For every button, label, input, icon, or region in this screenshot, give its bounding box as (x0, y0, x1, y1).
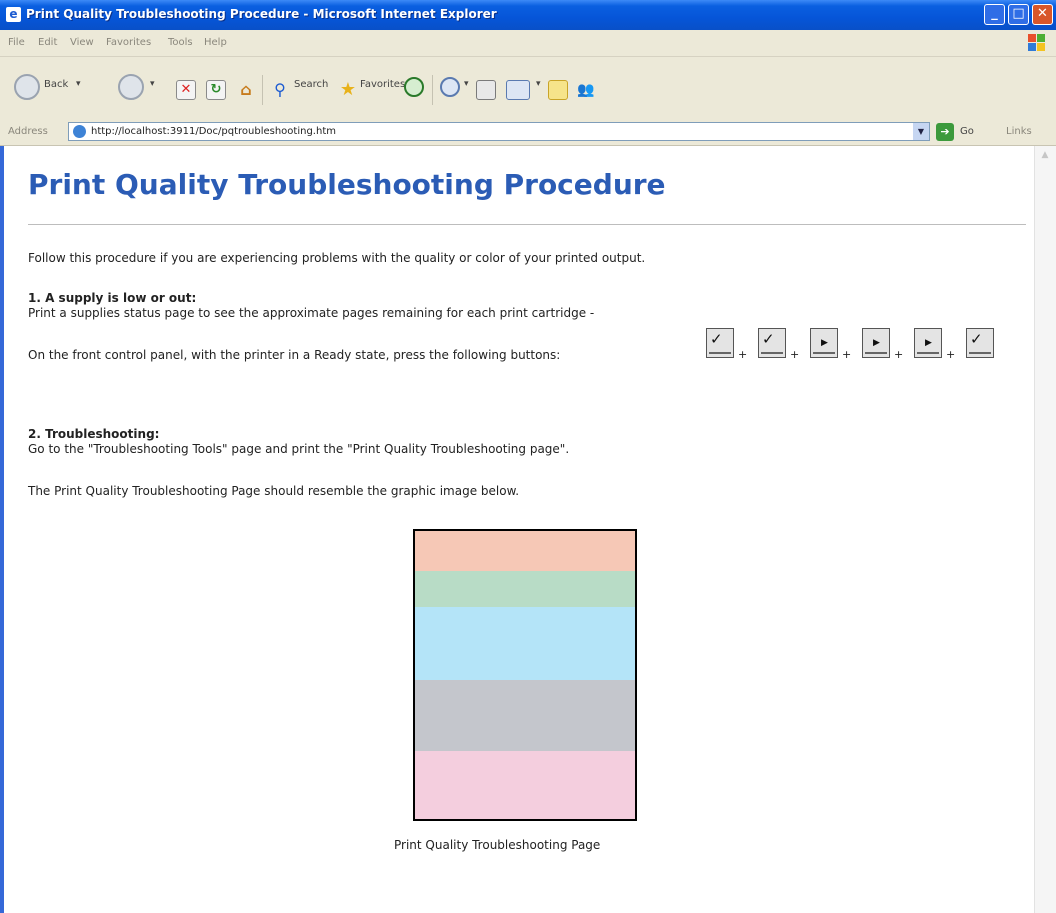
page-content: Print Quality Troubleshooting Procedure … (28, 146, 1028, 913)
refresh-icon[interactable]: ↻ (206, 80, 226, 100)
address-bar: Address http://localhost:3911/Doc/pqtrou… (0, 119, 1056, 146)
print-icon[interactable] (476, 80, 496, 100)
back-dropdown-icon[interactable]: ▾ (76, 79, 81, 89)
play-button-icon: ▶ (810, 328, 838, 358)
search-icon[interactable]: ⚲ (270, 80, 290, 100)
sample-color-band (415, 751, 635, 819)
go-button[interactable]: Go (960, 126, 974, 137)
section1-line1: Print a supplies status page to see the … (28, 306, 595, 320)
back-label[interactable]: Back (44, 79, 68, 90)
toolbar-separator (432, 75, 433, 105)
mail-icon[interactable] (440, 77, 460, 97)
sample-color-band (415, 607, 635, 680)
edit-icon[interactable] (506, 80, 530, 100)
back-icon[interactable] (14, 74, 40, 100)
menu-tools[interactable]: Tools (168, 37, 193, 48)
plus-sign: + (842, 348, 852, 361)
maximize-button[interactable]: □ (1008, 4, 1029, 25)
play-button-icon: ▶ (862, 328, 890, 358)
search-label[interactable]: Search (294, 79, 328, 90)
check-button-icon: ✓ (758, 328, 786, 358)
history-icon[interactable] (404, 77, 424, 97)
section1-heading: 1. A supply is low or out: (28, 291, 197, 305)
menu-view[interactable]: View (70, 37, 94, 48)
ie-app-icon: e (6, 7, 21, 22)
print-quality-sample-image (413, 529, 637, 821)
title-divider (28, 224, 1026, 225)
check-button-icon: ✓ (706, 328, 734, 358)
sample-color-band (415, 571, 635, 607)
plus-sign: + (738, 348, 748, 361)
go-arrow-icon[interactable]: ➔ (936, 123, 954, 141)
toolbar-separator (262, 75, 263, 105)
forward-dropdown-icon[interactable]: ▾ (150, 79, 155, 89)
address-label: Address (8, 126, 48, 137)
window-left-border (0, 146, 4, 913)
plus-sign: + (946, 348, 956, 361)
close-button[interactable]: ✕ (1032, 4, 1053, 25)
mail-dropdown-icon[interactable]: ▾ (464, 79, 469, 89)
favorites-icon[interactable]: ★ (338, 80, 358, 100)
window-title: Print Quality Troubleshooting Procedure … (26, 7, 497, 21)
intro-text: Follow this procedure if you are experie… (28, 251, 646, 265)
minimize-button[interactable]: _ (984, 4, 1005, 25)
menu-favorites[interactable]: Favorites (106, 37, 151, 48)
messenger-icon[interactable]: 👥 (576, 80, 596, 100)
favorites-label[interactable]: Favorites (360, 79, 405, 90)
page-title: Print Quality Troubleshooting Procedure (28, 168, 666, 201)
sample-caption: Print Quality Troubleshooting Page (394, 838, 601, 852)
sample-color-band (415, 531, 635, 571)
menu-bar: File Edit View Favorites Tools Help (0, 30, 1056, 57)
scroll-up-icon[interactable]: ▲ (1038, 150, 1052, 164)
windows-flag-icon (1028, 34, 1046, 52)
plus-sign: + (894, 348, 904, 361)
address-dropdown-icon[interactable]: ▼ (913, 123, 929, 140)
play-button-icon: ▶ (914, 328, 942, 358)
toolbar: Back ▾ ▾ ✕ ↻ ⌂ ⚲ Search ★ Favorites ▾ ▾ … (0, 57, 1056, 120)
edit-dropdown-icon[interactable]: ▾ (536, 79, 541, 89)
section2-line1: Go to the "Troubleshooting Tools" page a… (28, 442, 570, 456)
vertical-scrollbar[interactable] (1034, 146, 1056, 913)
section1-line2: On the front control panel, with the pri… (28, 348, 561, 362)
menu-help[interactable]: Help (204, 37, 227, 48)
section2-heading: 2. Troubleshooting: (28, 427, 160, 441)
links-button[interactable]: Links (1006, 126, 1032, 137)
forward-icon[interactable] (118, 74, 144, 100)
stop-icon[interactable]: ✕ (176, 80, 196, 100)
plus-sign: + (790, 348, 800, 361)
menu-edit[interactable]: Edit (38, 37, 57, 48)
home-icon[interactable]: ⌂ (236, 80, 256, 100)
window-title-bar[interactable]: e Print Quality Troubleshooting Procedur… (0, 0, 1056, 31)
address-url[interactable]: http://localhost:3911/Doc/pqtroubleshoot… (91, 126, 336, 137)
section2-line2: The Print Quality Troubleshooting Page s… (28, 484, 520, 498)
menu-file[interactable]: File (8, 37, 25, 48)
sample-color-band (415, 680, 635, 751)
page-icon (73, 125, 86, 138)
address-input[interactable]: http://localhost:3911/Doc/pqtroubleshoot… (68, 122, 930, 141)
check-button-icon: ✓ (966, 328, 994, 358)
discuss-icon[interactable] (548, 80, 568, 100)
